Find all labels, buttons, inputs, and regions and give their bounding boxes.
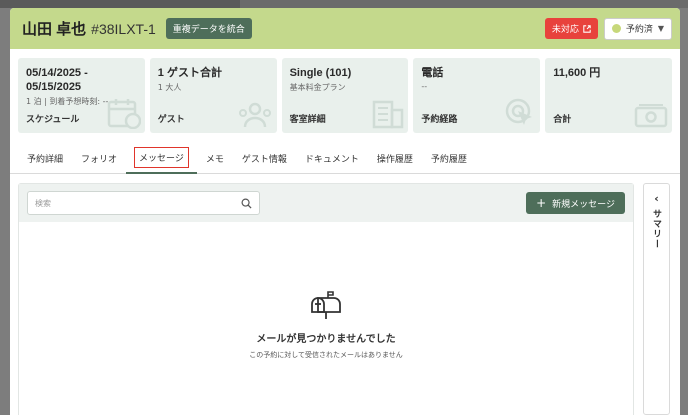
card-label: スケジュール — [26, 115, 80, 125]
messages-toolbar: 検索 + 新規メッセージ — [19, 184, 633, 222]
calendar-icon — [107, 99, 141, 129]
tab-label: 操作履歴 — [376, 154, 413, 165]
chevron-left-icon: ‹ — [654, 192, 659, 205]
tab-label: ドキュメント — [304, 154, 359, 165]
card-title: 電話 — [421, 67, 444, 79]
card-title: 1 ゲスト合計 — [157, 67, 222, 79]
guests-icon — [238, 102, 271, 128]
reservation-id: #38ILXT-1 — [91, 20, 156, 37]
background-strip — [240, 0, 688, 8]
room-card[interactable]: Single (101) 基本料金プラン 客室詳細 — [281, 58, 409, 133]
tab-label: ゲスト情報 — [241, 154, 287, 165]
empty-state: メールが見つかりませんでした この予約に対して受信されたメールはありません — [19, 222, 633, 415]
summary-cards: 05/14/2025 - 05/15/2025 1 泊 | 到着予想時刻: --… — [10, 49, 680, 133]
plus-icon: + — [536, 196, 547, 210]
tab-label: フォリオ — [81, 154, 118, 165]
reservation-modal: 山田 卓也 #38ILXT-1 重複データを統合 未対応 予約済 ▼ 05/14… — [10, 8, 680, 415]
mailbox-icon — [311, 291, 341, 319]
building-icon — [373, 100, 404, 129]
tab-reservation-details[interactable]: 予約詳細 — [18, 143, 72, 174]
tab-label: メモ — [205, 154, 224, 165]
status-dot-icon — [611, 24, 621, 33]
tab-label: メッセージ — [134, 146, 189, 168]
empty-subtitle: この予約に対して受信されたメールはありません — [249, 351, 403, 359]
card-title: Single (101) — [289, 67, 352, 79]
tab-label: 予約履歴 — [430, 154, 467, 165]
tab-messages[interactable]: メッセージ — [126, 143, 197, 174]
search-input[interactable]: 検索 — [27, 191, 260, 215]
merge-duplicates-button[interactable]: 重複データを統合 — [165, 18, 252, 39]
guest-name: 山田 卓也 — [22, 21, 87, 38]
money-icon — [634, 104, 668, 128]
total-card[interactable]: 11,600 円 合計 — [545, 58, 672, 133]
messages-panel: 検索 + 新規メッセージ メールが見つかりませんでした この予約に対して受信され… — [18, 183, 634, 415]
card-label: 客室詳細 — [289, 115, 326, 125]
card-label: 合計 — [553, 115, 572, 125]
search-icon — [241, 198, 252, 209]
tab-activity-log[interactable]: 操作履歴 — [368, 143, 422, 174]
unhandled-label: 未対応 — [551, 25, 579, 35]
search-placeholder: 検索 — [35, 198, 51, 208]
card-sub: 基本料金プラン — [289, 83, 346, 92]
cursor-click-icon — [505, 98, 533, 125]
tab-bar: 予約詳細 フォリオ メッセージ メモ ゲスト情報 ドキュメント 操作履歴 予約履… — [10, 143, 680, 174]
card-title: 05/14/2025 - 05/15/2025 — [26, 67, 88, 93]
tab-guest-info[interactable]: ゲスト情報 — [233, 143, 296, 174]
modal-header: 山田 卓也 #38ILXT-1 重複データを統合 未対応 予約済 ▼ — [10, 8, 680, 49]
card-label: ゲスト — [157, 115, 185, 125]
tab-folio[interactable]: フォリオ — [72, 143, 126, 174]
tab-documents[interactable]: ドキュメント — [296, 143, 368, 174]
summary-label: サマリー — [651, 209, 661, 249]
card-sub: -- — [421, 82, 428, 91]
empty-title: メールが見つかりませんでした — [256, 334, 396, 345]
tab-reservation-history[interactable]: 予約履歴 — [422, 143, 476, 174]
tab-notes[interactable]: メモ — [197, 143, 233, 174]
tab-label: 予約詳細 — [27, 154, 64, 165]
external-link-icon — [583, 24, 591, 33]
guests-card[interactable]: 1 ゲスト合計 1 大人 ゲスト — [149, 58, 277, 133]
channel-card[interactable]: 電話 -- 予約経路 — [413, 58, 541, 133]
card-title: 11,600 円 — [553, 67, 601, 79]
unhandled-button[interactable]: 未対応 — [544, 18, 598, 39]
new-message-button[interactable]: + 新規メッセージ — [526, 192, 625, 214]
card-sub: 1 大人 — [157, 83, 182, 92]
schedule-card[interactable]: 05/14/2025 - 05/15/2025 1 泊 | 到着予想時刻: --… — [18, 58, 145, 133]
card-label: 予約経路 — [421, 115, 458, 125]
summary-panel-toggle[interactable]: ‹ サマリー — [643, 183, 670, 415]
new-message-label: 新規メッセージ — [552, 199, 615, 210]
chevron-down-icon: ▼ — [657, 24, 664, 33]
status-label: 予約済 — [625, 25, 653, 35]
status-dropdown[interactable]: 予約済 ▼ — [603, 17, 672, 40]
